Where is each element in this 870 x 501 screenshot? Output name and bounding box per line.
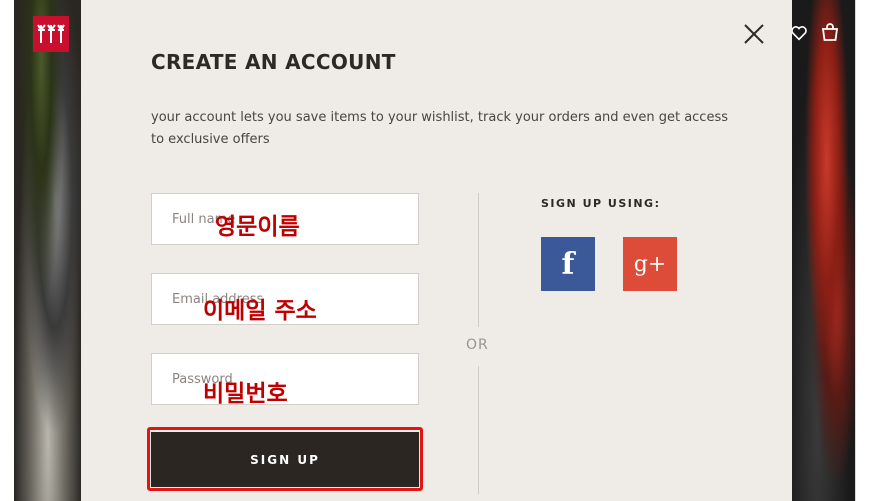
password-field[interactable] [151, 353, 419, 405]
password-input[interactable] [152, 354, 418, 404]
close-icon[interactable] [742, 22, 766, 46]
facebook-icon: f [561, 246, 575, 282]
google-plus-icon: g+ [633, 251, 667, 277]
or-separator: OR [466, 337, 489, 353]
left-frame [0, 0, 15, 501]
brand-logo-icon[interactable] [33, 16, 69, 52]
divider-bottom [478, 366, 479, 494]
full-name-input[interactable] [152, 194, 418, 244]
heart-icon[interactable] [790, 24, 808, 42]
background-page-left [14, 0, 82, 501]
email-field[interactable] [151, 273, 419, 325]
facebook-signup-button[interactable]: f [541, 237, 595, 291]
right-frame [855, 0, 870, 501]
background-page-right [792, 0, 855, 501]
full-name-field[interactable] [151, 193, 419, 245]
shopping-bag-icon[interactable] [820, 22, 840, 42]
signup-using-label: SIGN UP USING: [541, 197, 661, 210]
create-account-modal [81, 0, 792, 501]
email-input[interactable] [152, 274, 418, 324]
modal-description: your account lets you save items to your… [151, 110, 729, 147]
google-plus-signup-button[interactable]: g+ [623, 237, 677, 291]
sign-up-button[interactable]: SIGN UP [151, 432, 419, 487]
modal-title: CREATE AN ACCOUNT [151, 50, 396, 74]
divider-top [478, 193, 479, 327]
